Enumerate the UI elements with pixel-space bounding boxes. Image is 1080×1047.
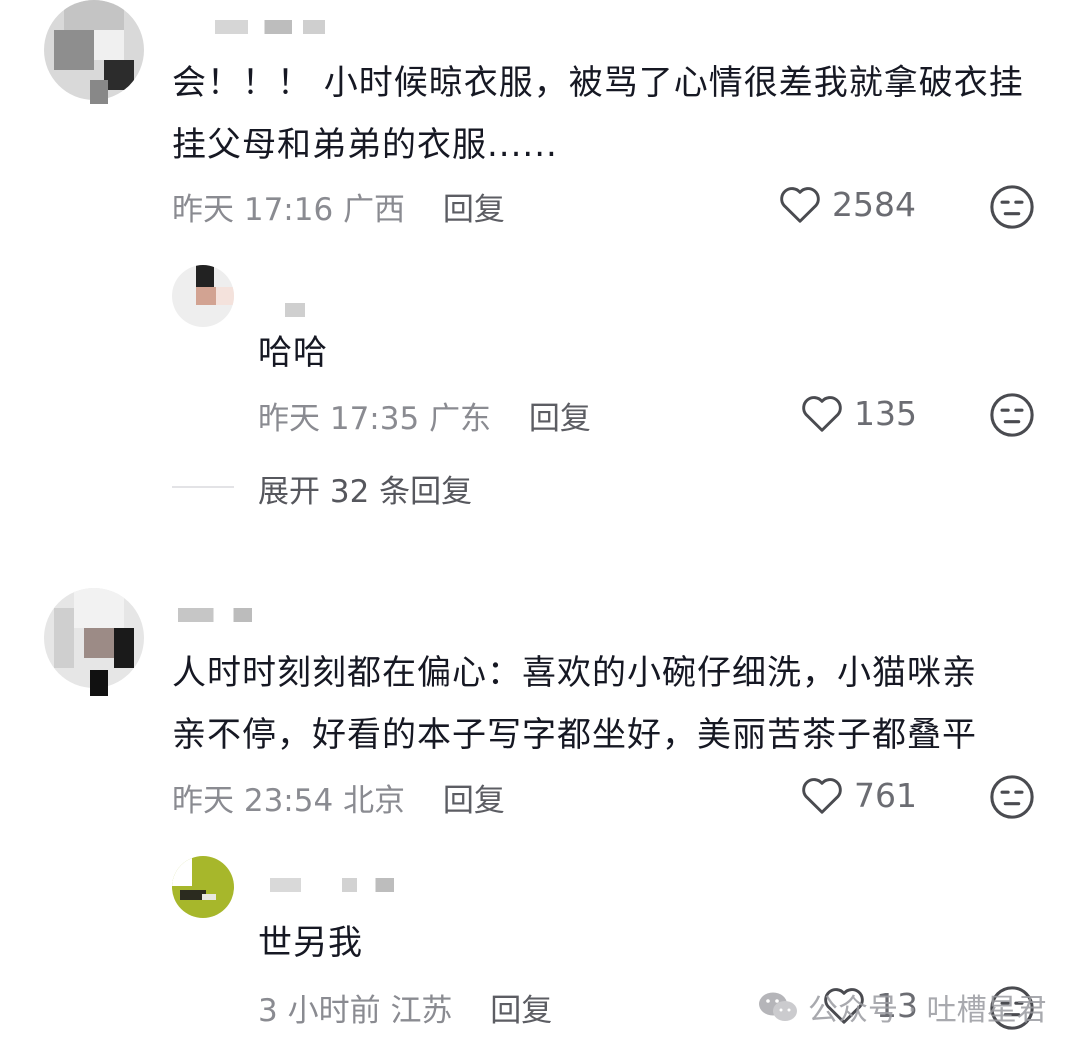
heart-outline-icon [802,778,842,814]
like-count: 2584 [832,184,916,224]
reply-location: 广东 [429,401,492,437]
meh-face-icon[interactable] [989,184,1035,230]
avatar-overflow-blur [90,670,108,696]
username-blurred[interactable] [270,878,394,892]
comment-time: 昨天 23:54 [172,783,334,819]
avatar-overflow-blur [90,80,108,104]
reply-text: 世另我 [258,923,363,963]
reply-text: 哈哈 [258,333,328,373]
reply-meta: 3 小时前 江苏 回复 [258,985,552,1030]
comment-text-line: 会！！！ 小时候晾衣服，被骂了心情很差我就拿破衣挂 [172,63,1024,103]
reply-button[interactable]: 回复 [490,993,552,1029]
comment-text: 人时时刻刻都在偏心：喜欢的小碗仔细洗，小猫咪亲 亲不停，好看的本子写字都坐好，美… [172,642,1052,766]
expand-divider [172,486,234,488]
comment-meta: 昨天 17:16 广西 回复 [172,184,505,229]
like-button[interactable]: 135 [800,393,917,433]
reply-button[interactable]: 回复 [443,783,505,819]
wechat-icon [759,992,797,1021]
comment-text-line: 人时时刻刻都在偏心：喜欢的小碗仔细洗，小猫咪亲 [172,653,977,693]
like-count: 761 [854,775,917,815]
avatar[interactable] [172,265,234,327]
reply-button[interactable]: 回复 [529,401,591,437]
expand-replies-button[interactable]: 展开 32 条回复 [258,466,472,511]
reply-button[interactable]: 回复 [443,192,505,228]
username-blurred[interactable] [285,303,305,317]
meh-face-icon[interactable] [989,392,1035,438]
comment-meta: 昨天 23:54 北京 回复 [172,775,505,820]
watermark-text: 公众号 · 吐槽星君 [808,993,1047,1028]
like-count: 135 [854,393,917,433]
comment-text-line: 亲不停，好看的本子写字都坐好，美丽苦茶子都叠平 [172,715,977,755]
like-button[interactable]: 761 [800,775,917,815]
reply-time: 昨天 17:35 [258,401,420,437]
reply-meta: 昨天 17:35 广东 回复 [258,393,591,438]
heart-outline-icon [802,396,842,432]
meh-face-icon[interactable] [989,774,1035,820]
reply-location: 江苏 [390,993,453,1029]
comment-text-line: 挂父母和弟弟的衣服...... [172,125,558,165]
reply-time: 3 小时前 [258,993,381,1029]
heart-outline-icon [780,187,820,223]
watermark: 公众号 · 吐槽星君 [758,985,1047,1029]
comment-text: 会！！！ 小时候晾衣服，被骂了心情很差我就拿破衣挂 挂父母和弟弟的衣服.....… [172,52,1052,176]
avatar[interactable] [172,856,234,918]
like-button[interactable]: 2584 [778,184,916,224]
comment-time: 昨天 17:16 [172,192,334,228]
username-blurred[interactable] [215,20,325,34]
username-blurred[interactable] [178,608,252,622]
comment-location: 北京 [343,783,406,819]
comment-location: 广西 [343,192,406,228]
